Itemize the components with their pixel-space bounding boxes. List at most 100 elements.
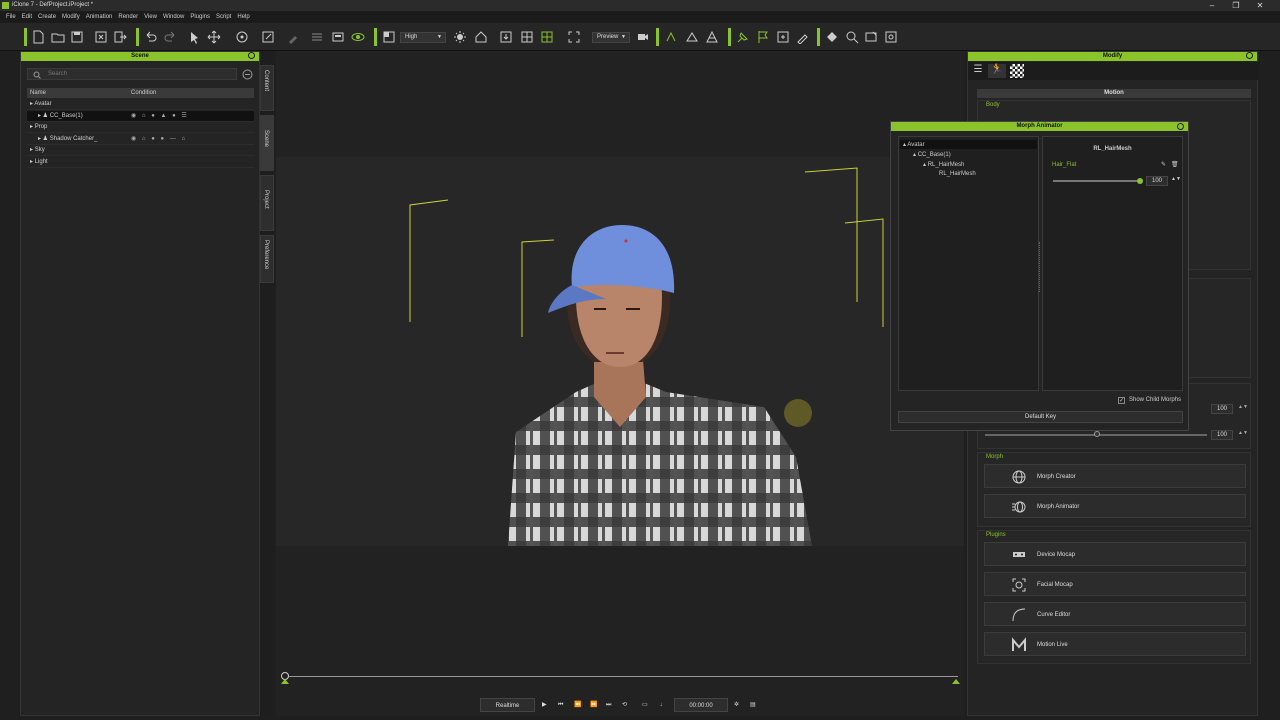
grid-icon[interactable] — [520, 30, 534, 44]
spinner-icon[interactable]: ▲▼ — [1238, 430, 1248, 436]
step-forward-icon[interactable]: ⏩ — [590, 698, 597, 712]
scene-close-icon[interactable] — [248, 52, 255, 59]
viewport-icon[interactable] — [382, 30, 396, 44]
quality-dropdown[interactable]: High ▼ — [400, 32, 446, 43]
show-child-checkbox[interactable]: ✓ — [1118, 397, 1125, 404]
select-arrow-icon[interactable] — [187, 30, 201, 44]
tab-preference[interactable]: Preference — [260, 235, 274, 283]
facial-mocap-button[interactable]: Facial Mocap — [984, 572, 1246, 596]
export-icon[interactable] — [113, 30, 127, 44]
music-note-icon[interactable]: ♩ — [660, 698, 666, 712]
menu-plugins[interactable]: Plugins — [190, 11, 210, 23]
menu-modify[interactable]: Modify — [62, 11, 80, 23]
menu-edit[interactable]: Edit — [22, 11, 32, 23]
snap-icon[interactable] — [540, 30, 554, 44]
motion-live-button[interactable]: Motion Live — [984, 632, 1246, 656]
stage-icon[interactable] — [331, 30, 345, 44]
scene-icon[interactable] — [705, 30, 719, 44]
brush-icon[interactable] — [796, 30, 810, 45]
step-back-icon[interactable]: ⏪ — [574, 698, 581, 712]
export-fbx-icon[interactable] — [776, 30, 790, 44]
default-key-button[interactable]: Default Key — [898, 411, 1183, 423]
import-icon[interactable] — [94, 30, 108, 44]
menu-create[interactable]: Create — [38, 11, 56, 23]
align-icon[interactable] — [310, 30, 324, 44]
tree-avatar[interactable]: ▴ Avatar — [903, 141, 925, 148]
scene-tree-row[interactable]: ▸ Sky — [27, 145, 254, 157]
keyframe-icon[interactable] — [825, 30, 839, 44]
tree-hairmesh-child[interactable]: RL_HairMesh — [939, 171, 976, 177]
light-icon[interactable] — [453, 30, 467, 44]
maximize-button[interactable]: ❐ — [1224, 0, 1248, 11]
close-button[interactable]: ✕ — [1248, 0, 1272, 11]
rotate-icon[interactable] — [235, 30, 249, 44]
morph-slider-track[interactable] — [1053, 180, 1138, 182]
transform-gizmo-icon[interactable] — [784, 399, 812, 427]
column-condition[interactable]: Condition — [131, 88, 156, 98]
value-field-2[interactable]: 100 — [1211, 430, 1233, 440]
checker-icon[interactable] — [1010, 64, 1024, 78]
menu-file[interactable]: File — [6, 11, 16, 23]
timeline-track[interactable] — [285, 676, 958, 677]
device-mocap-button[interactable]: Device Mocap — [984, 542, 1246, 566]
home-icon[interactable] — [474, 30, 488, 44]
morph-animator-title[interactable]: Morph Animator — [891, 122, 1188, 131]
value-field-1[interactable]: 100 — [1211, 404, 1233, 414]
motion-section-header[interactable]: Motion — [977, 89, 1251, 98]
spinner-icon[interactable]: ▲▼ — [1238, 404, 1248, 410]
delete-trash-icon[interactable]: 🗑 — [1171, 161, 1179, 168]
pose-icon[interactable] — [664, 30, 678, 44]
condition-icons[interactable]: ◉ ⌂ ● ▲ ● ☰ — [131, 111, 189, 122]
flag-icon[interactable] — [756, 30, 770, 44]
morph-slider-handle[interactable] — [1137, 178, 1143, 184]
menu-script[interactable]: Script — [216, 11, 231, 23]
render-area[interactable] — [276, 157, 964, 546]
scene-tree-row[interactable]: ▸ ♟ CC_Base(1) ◉ ⌂ ● ▲ ● ☰ — [27, 110, 254, 122]
timeline-end-marker[interactable] — [952, 679, 960, 684]
column-name[interactable]: Name — [30, 88, 46, 98]
tab-project[interactable]: Project — [260, 175, 274, 231]
download-icon[interactable] — [499, 30, 513, 44]
new-file-icon[interactable] — [31, 30, 45, 44]
paint-icon[interactable] — [287, 30, 301, 44]
time-field[interactable]: 00:00:00 — [674, 698, 728, 712]
menu-view[interactable]: View — [144, 11, 157, 23]
filter-icon[interactable] — [242, 69, 253, 80]
curve-editor-button[interactable]: Curve Editor — [984, 602, 1246, 626]
scene-tree-row[interactable]: ▸ Light — [27, 157, 254, 168]
morph-creator-button[interactable]: Morph Creator — [984, 464, 1246, 488]
go-start-icon[interactable]: ⏮ — [558, 698, 563, 712]
menu-help[interactable]: Help — [237, 11, 249, 23]
sliders-icon[interactable]: ☰ — [970, 64, 986, 78]
motion-tab-icon[interactable]: 🏃 — [988, 64, 1006, 78]
settings-gear-icon[interactable]: ✲ — [734, 698, 739, 712]
timeline-start-marker[interactable] — [281, 679, 289, 684]
frame-icon[interactable] — [567, 30, 581, 44]
minimize-button[interactable]: – — [1200, 0, 1224, 11]
pin-icon[interactable] — [736, 30, 750, 44]
person-icon[interactable]: ▸ ♟ — [38, 136, 50, 142]
tree-hairmesh[interactable]: ▴ RL_HairMesh — [923, 161, 964, 168]
tab-content[interactable]: Content — [260, 65, 274, 111]
search-input[interactable]: Search — [27, 68, 237, 80]
spinner-icon[interactable]: ▲▼ — [1171, 176, 1181, 182]
scale-icon[interactable] — [261, 30, 275, 44]
tab-scene[interactable]: Scene — [260, 115, 274, 171]
menu-render[interactable]: Render — [118, 11, 138, 23]
move-icon[interactable] — [207, 30, 221, 44]
preview-dropdown[interactable]: Preview ▼ — [592, 32, 630, 43]
timeline-icon[interactable]: ▤ — [750, 698, 756, 712]
morph-name[interactable]: Hair_Flat — [1052, 162, 1076, 168]
morph-animator-button[interactable]: Morph Animator — [984, 494, 1246, 518]
scene-tree-row[interactable]: ▸ Prop — [27, 122, 254, 134]
undo-icon[interactable] — [144, 30, 158, 44]
redo-icon[interactable] — [163, 30, 177, 44]
eye-icon[interactable] — [351, 30, 365, 44]
save-icon[interactable] — [70, 30, 84, 44]
morph-value-field[interactable]: 100 — [1146, 176, 1168, 186]
slider-handle[interactable] — [1094, 431, 1100, 437]
modify-close-icon[interactable] — [1246, 52, 1253, 59]
menu-animation[interactable]: Animation — [86, 11, 113, 23]
zoom-icon[interactable] — [845, 30, 859, 44]
condition-icons[interactable]: ◉ ⌂ ● ● — ⌂ — [131, 134, 187, 145]
